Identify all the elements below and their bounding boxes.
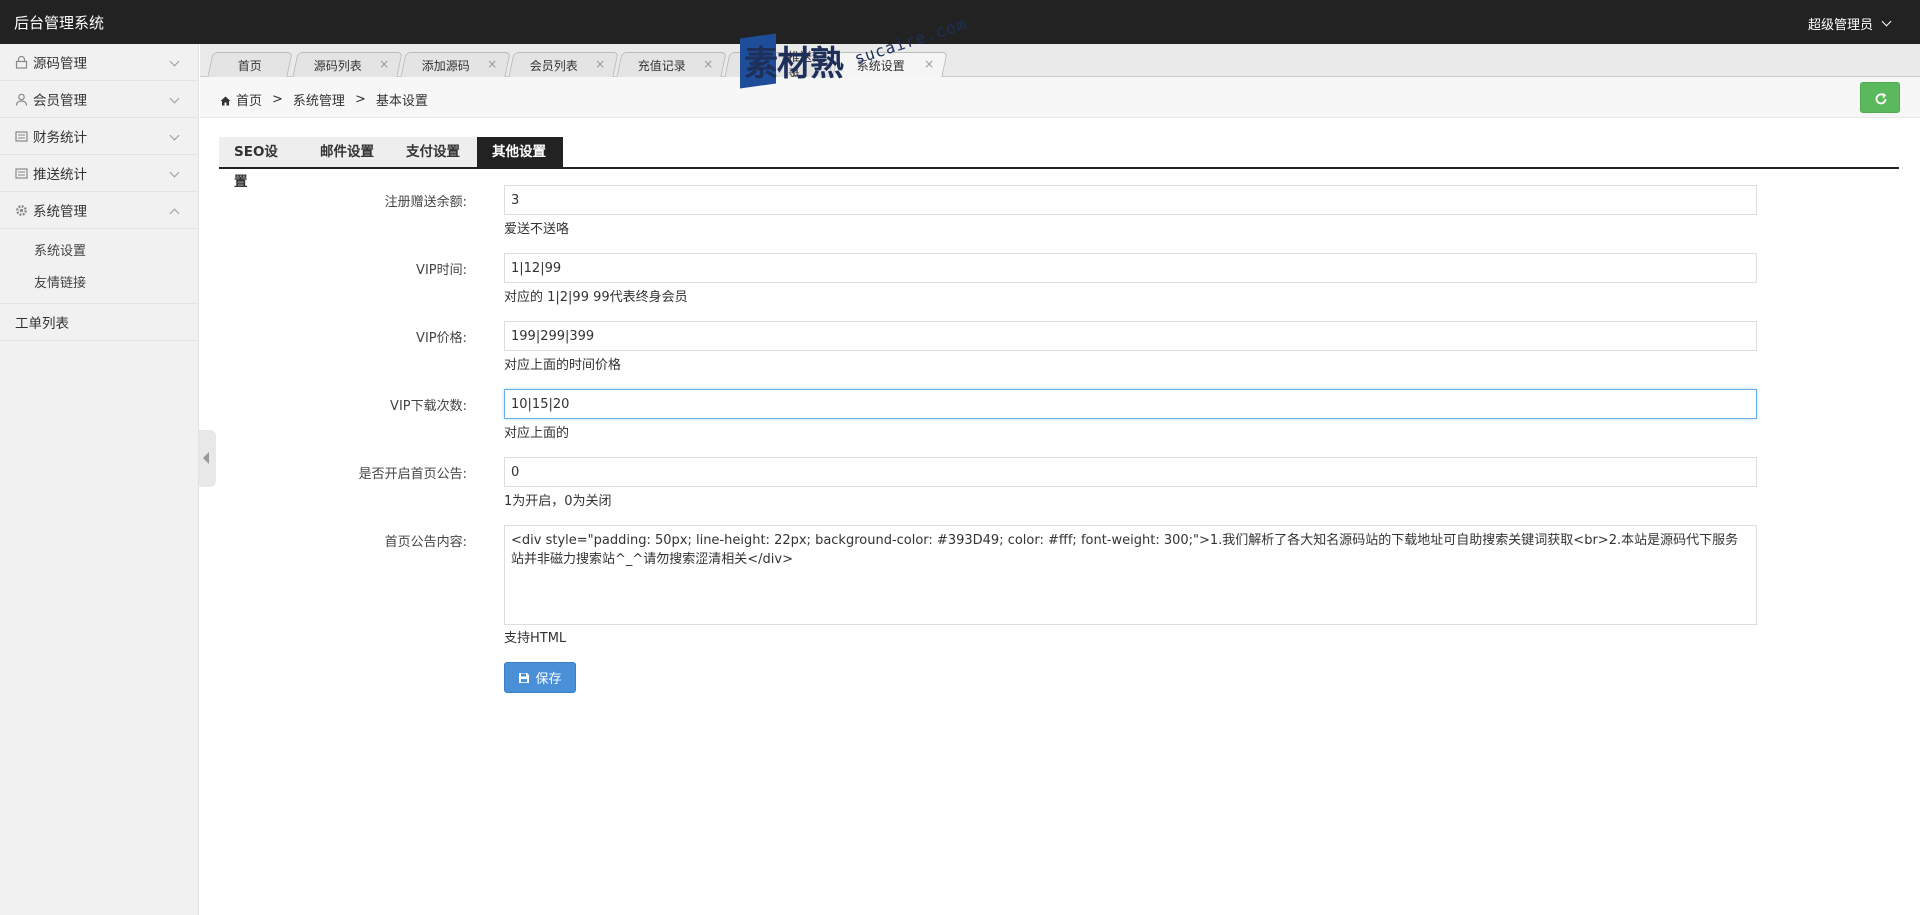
refresh-button[interactable] bbox=[1860, 82, 1900, 113]
vip-download-count-input[interactable] bbox=[504, 389, 1757, 419]
user-label: 超级管理员 bbox=[1807, 18, 1873, 33]
tab-recharge-records[interactable]: 充值记录 × bbox=[616, 52, 727, 77]
sidebar-item-source[interactable]: 源码管理 bbox=[0, 44, 198, 81]
tab-label: 会员列表 bbox=[530, 58, 579, 73]
tab-payment-settings[interactable]: 支付设置 bbox=[391, 137, 477, 167]
sidebar-item-label: 系统管理 bbox=[33, 204, 87, 220]
chevron-up-icon bbox=[169, 208, 180, 219]
home-notice-content-textarea[interactable]: <div style="padding: 50px; line-height: … bbox=[504, 525, 1757, 625]
chevron-down-icon bbox=[169, 56, 180, 67]
lock-icon bbox=[15, 55, 28, 69]
sidebar: 源码管理 会员管理 财务统计 推送统计 系统管理 系统设置 友情链接 工单列表 bbox=[0, 44, 199, 915]
save-label: 保存 bbox=[535, 672, 562, 687]
sidebar-item-label: 会员管理 bbox=[33, 93, 87, 109]
breadcrumb-separator: > bbox=[354, 92, 366, 107]
breadcrumb-home[interactable]: 首页 bbox=[236, 90, 262, 109]
sidebar-item-label: 推送统计 bbox=[33, 167, 87, 183]
home-notice-toggle-input[interactable] bbox=[504, 457, 1757, 487]
vip-duration-input[interactable] bbox=[504, 253, 1757, 283]
watermark-logo: 素材熟 sucaire.com bbox=[740, 14, 990, 90]
user-icon bbox=[15, 93, 28, 106]
tab-label: 源码列表 bbox=[314, 58, 363, 73]
tab-add-source[interactable]: 添加源码 × bbox=[400, 52, 511, 77]
list-icon bbox=[15, 167, 28, 180]
field-hint: 1为开启，0为关闭 bbox=[504, 494, 612, 509]
sidebar-item-push[interactable]: 推送统计 bbox=[0, 155, 198, 192]
list-icon bbox=[15, 130, 28, 143]
tab-label: 首页 bbox=[237, 58, 262, 73]
field-label: VIP时间: bbox=[416, 263, 467, 278]
sidebar-item-label: 源码管理 bbox=[33, 56, 87, 72]
sidebar-item-system[interactable]: 系统管理 bbox=[0, 192, 198, 229]
field-hint: 对应上面的 bbox=[504, 426, 570, 441]
home-icon bbox=[220, 95, 231, 105]
close-icon[interactable]: × bbox=[595, 57, 605, 71]
sidebar-subitem-settings[interactable]: 系统设置 bbox=[0, 233, 198, 265]
chevron-down-icon bbox=[169, 130, 180, 141]
tab-label: 充值记录 bbox=[638, 58, 687, 73]
tab-other-settings[interactable]: 其他设置 bbox=[477, 137, 563, 167]
breadcrumb-level2: 基本设置 bbox=[375, 94, 428, 109]
field-hint: 对应上面的时间价格 bbox=[504, 358, 622, 373]
chevron-down-icon bbox=[169, 167, 180, 178]
floppy-disk-icon bbox=[519, 672, 530, 683]
chevron-down-icon bbox=[169, 93, 180, 104]
tab-mail-settings[interactable]: 邮件设置 bbox=[305, 137, 391, 167]
sidebar-item-finance[interactable]: 财务统计 bbox=[0, 118, 198, 155]
sidebar-submenu: 系统设置 友情链接 bbox=[0, 229, 198, 304]
save-button[interactable]: 保存 bbox=[504, 662, 576, 693]
refresh-icon bbox=[1875, 92, 1887, 105]
register-bonus-input[interactable] bbox=[504, 185, 1757, 215]
breadcrumb-bar: 首页 > 系统管理 > 基本设置 bbox=[200, 77, 1920, 118]
tab-label: 添加源码 bbox=[422, 58, 471, 73]
sidebar-collapse-handle[interactable] bbox=[199, 430, 216, 487]
tab-member-list[interactable]: 会员列表 × bbox=[508, 52, 619, 77]
tab-seo-settings[interactable]: SEO设置 bbox=[219, 137, 305, 190]
watermark-big-text: 素材熟 bbox=[744, 44, 844, 84]
field-label: 首页公告内容: bbox=[384, 535, 467, 550]
close-icon[interactable]: × bbox=[379, 57, 389, 71]
field-hint: 支持HTML bbox=[504, 631, 567, 646]
breadcrumb: 首页 > 系统管理 > 基本设置 bbox=[220, 90, 428, 109]
settings-tabs: SEO设置 邮件设置 支付设置 其他设置 bbox=[219, 137, 1899, 190]
chevron-down-icon bbox=[1881, 16, 1892, 27]
breadcrumb-separator: > bbox=[272, 92, 283, 107]
field-label: VIP价格: bbox=[416, 331, 467, 346]
field-hint: 对应的 1|2|99 99代表终身会员 bbox=[504, 290, 688, 305]
tab-source-list[interactable]: 源码列表 × bbox=[292, 52, 403, 77]
gear-icon bbox=[15, 204, 28, 217]
sidebar-item-label: 财务统计 bbox=[33, 130, 87, 146]
app-title: 后台管理系统 bbox=[14, 14, 105, 32]
field-label: VIP下载次数: bbox=[390, 399, 467, 414]
tab-home[interactable]: 首页 bbox=[207, 52, 293, 77]
field-label: 是否开启首页公告: bbox=[358, 467, 467, 482]
page-tab-bar: 首页 源码列表 × 添加源码 × 会员列表 × 充值记录 × 推送记录 系统设置… bbox=[200, 44, 1920, 81]
user-menu[interactable]: 超级管理员 bbox=[1807, 14, 1892, 33]
sidebar-item-tickets[interactable]: 工单列表 bbox=[0, 304, 198, 341]
field-label: 注册赠送余额: bbox=[384, 195, 467, 210]
close-icon[interactable]: × bbox=[487, 57, 497, 71]
vip-price-input[interactable] bbox=[504, 321, 1757, 351]
field-hint: 爱送不送咯 bbox=[504, 222, 570, 237]
breadcrumb-level1[interactable]: 系统管理 bbox=[293, 90, 345, 109]
sidebar-subitem-links[interactable]: 友情链接 bbox=[0, 265, 198, 297]
close-icon[interactable]: × bbox=[703, 57, 713, 71]
sidebar-item-members[interactable]: 会员管理 bbox=[0, 81, 198, 118]
